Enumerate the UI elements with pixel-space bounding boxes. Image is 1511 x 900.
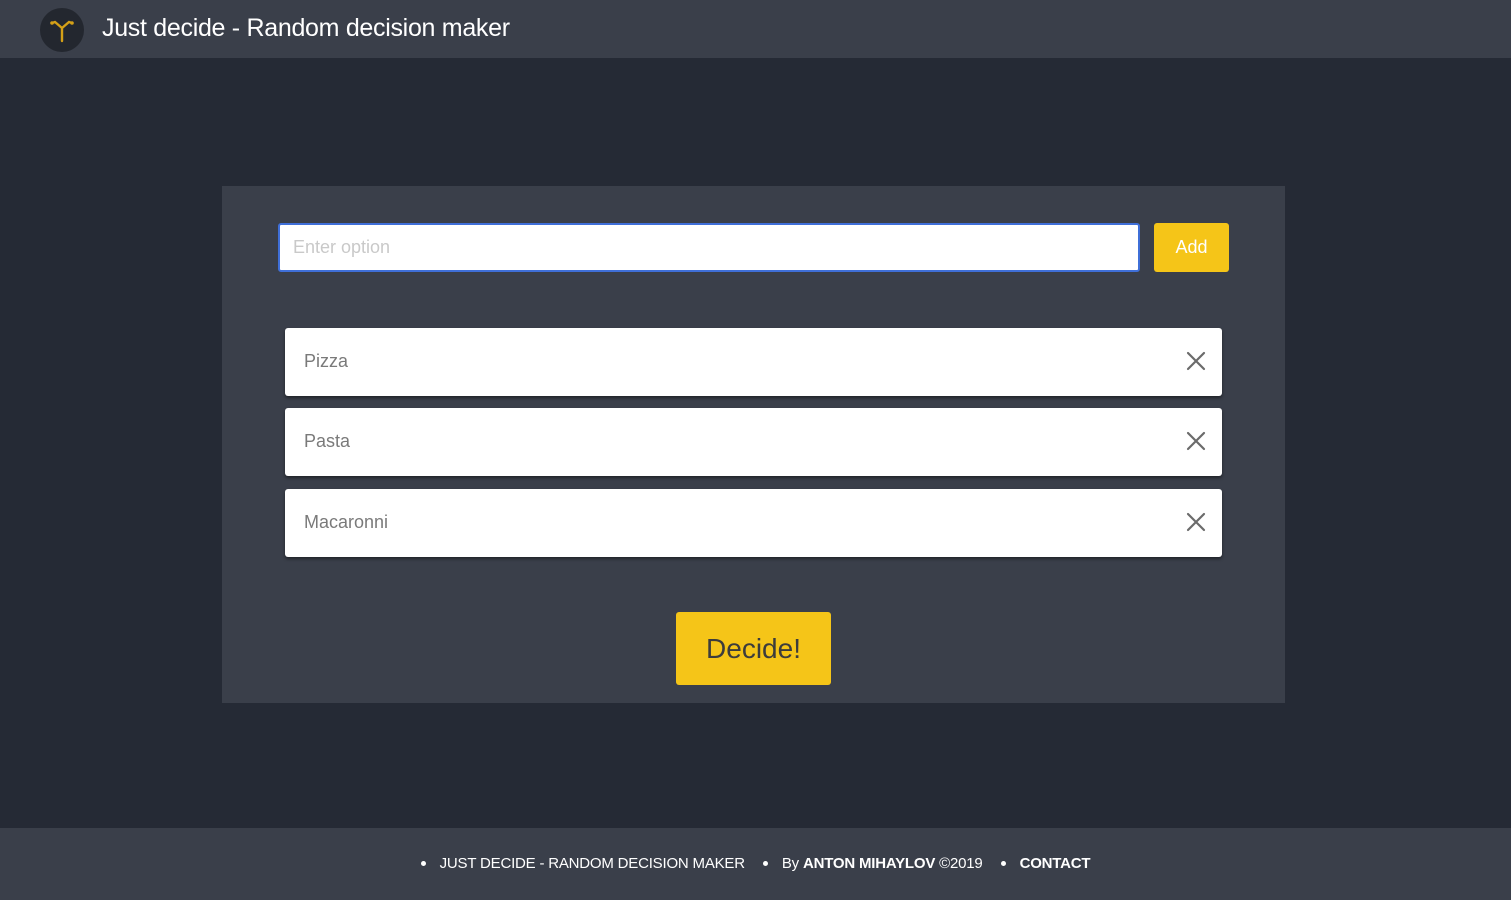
bullet-icon (420, 861, 426, 866)
footer-contact[interactable]: CONTACT (1000, 855, 1091, 872)
footer-app-name-text: JUST DECIDE - RANDOM DECISION MAKER (439, 855, 745, 872)
option-input[interactable] (278, 223, 1140, 272)
footer: JUST DECIDE - RANDOM DECISION MAKER By A… (0, 828, 1511, 900)
footer-author-name: ANTON MIHAYLOV (802, 855, 936, 872)
footer-links: JUST DECIDE - RANDOM DECISION MAKER By A… (0, 855, 1511, 872)
option-item: Macaronni (285, 489, 1222, 557)
app-header: Just decide - Random decision maker (0, 0, 1511, 58)
app-title: Just decide - Random decision maker (102, 14, 510, 42)
option-label: Pizza (304, 351, 349, 371)
close-icon[interactable] (1182, 508, 1210, 536)
close-icon[interactable] (1182, 347, 1210, 375)
decision-panel: Add Pizza Pasta Macaronni Decide! (222, 186, 1285, 703)
bullet-icon (1000, 861, 1006, 866)
add-button[interactable]: Add (1154, 223, 1229, 272)
footer-author: By ANTON MIHAYLOV ©2019 (762, 855, 983, 872)
contact-link[interactable]: CONTACT (1020, 855, 1091, 872)
footer-by-prefix: By (781, 855, 799, 872)
footer-app-name: JUST DECIDE - RANDOM DECISION MAKER (420, 855, 745, 872)
footer-year: ©2019 (939, 855, 983, 872)
tree-fork-icon[interactable] (40, 8, 84, 52)
decide-button[interactable]: Decide! (676, 612, 831, 685)
option-item: Pasta (285, 408, 1222, 476)
close-icon[interactable] (1182, 427, 1210, 455)
option-item: Pizza (285, 328, 1222, 396)
option-label: Pasta (304, 431, 351, 451)
bullet-icon (762, 861, 768, 866)
option-label: Macaronni (304, 512, 389, 532)
